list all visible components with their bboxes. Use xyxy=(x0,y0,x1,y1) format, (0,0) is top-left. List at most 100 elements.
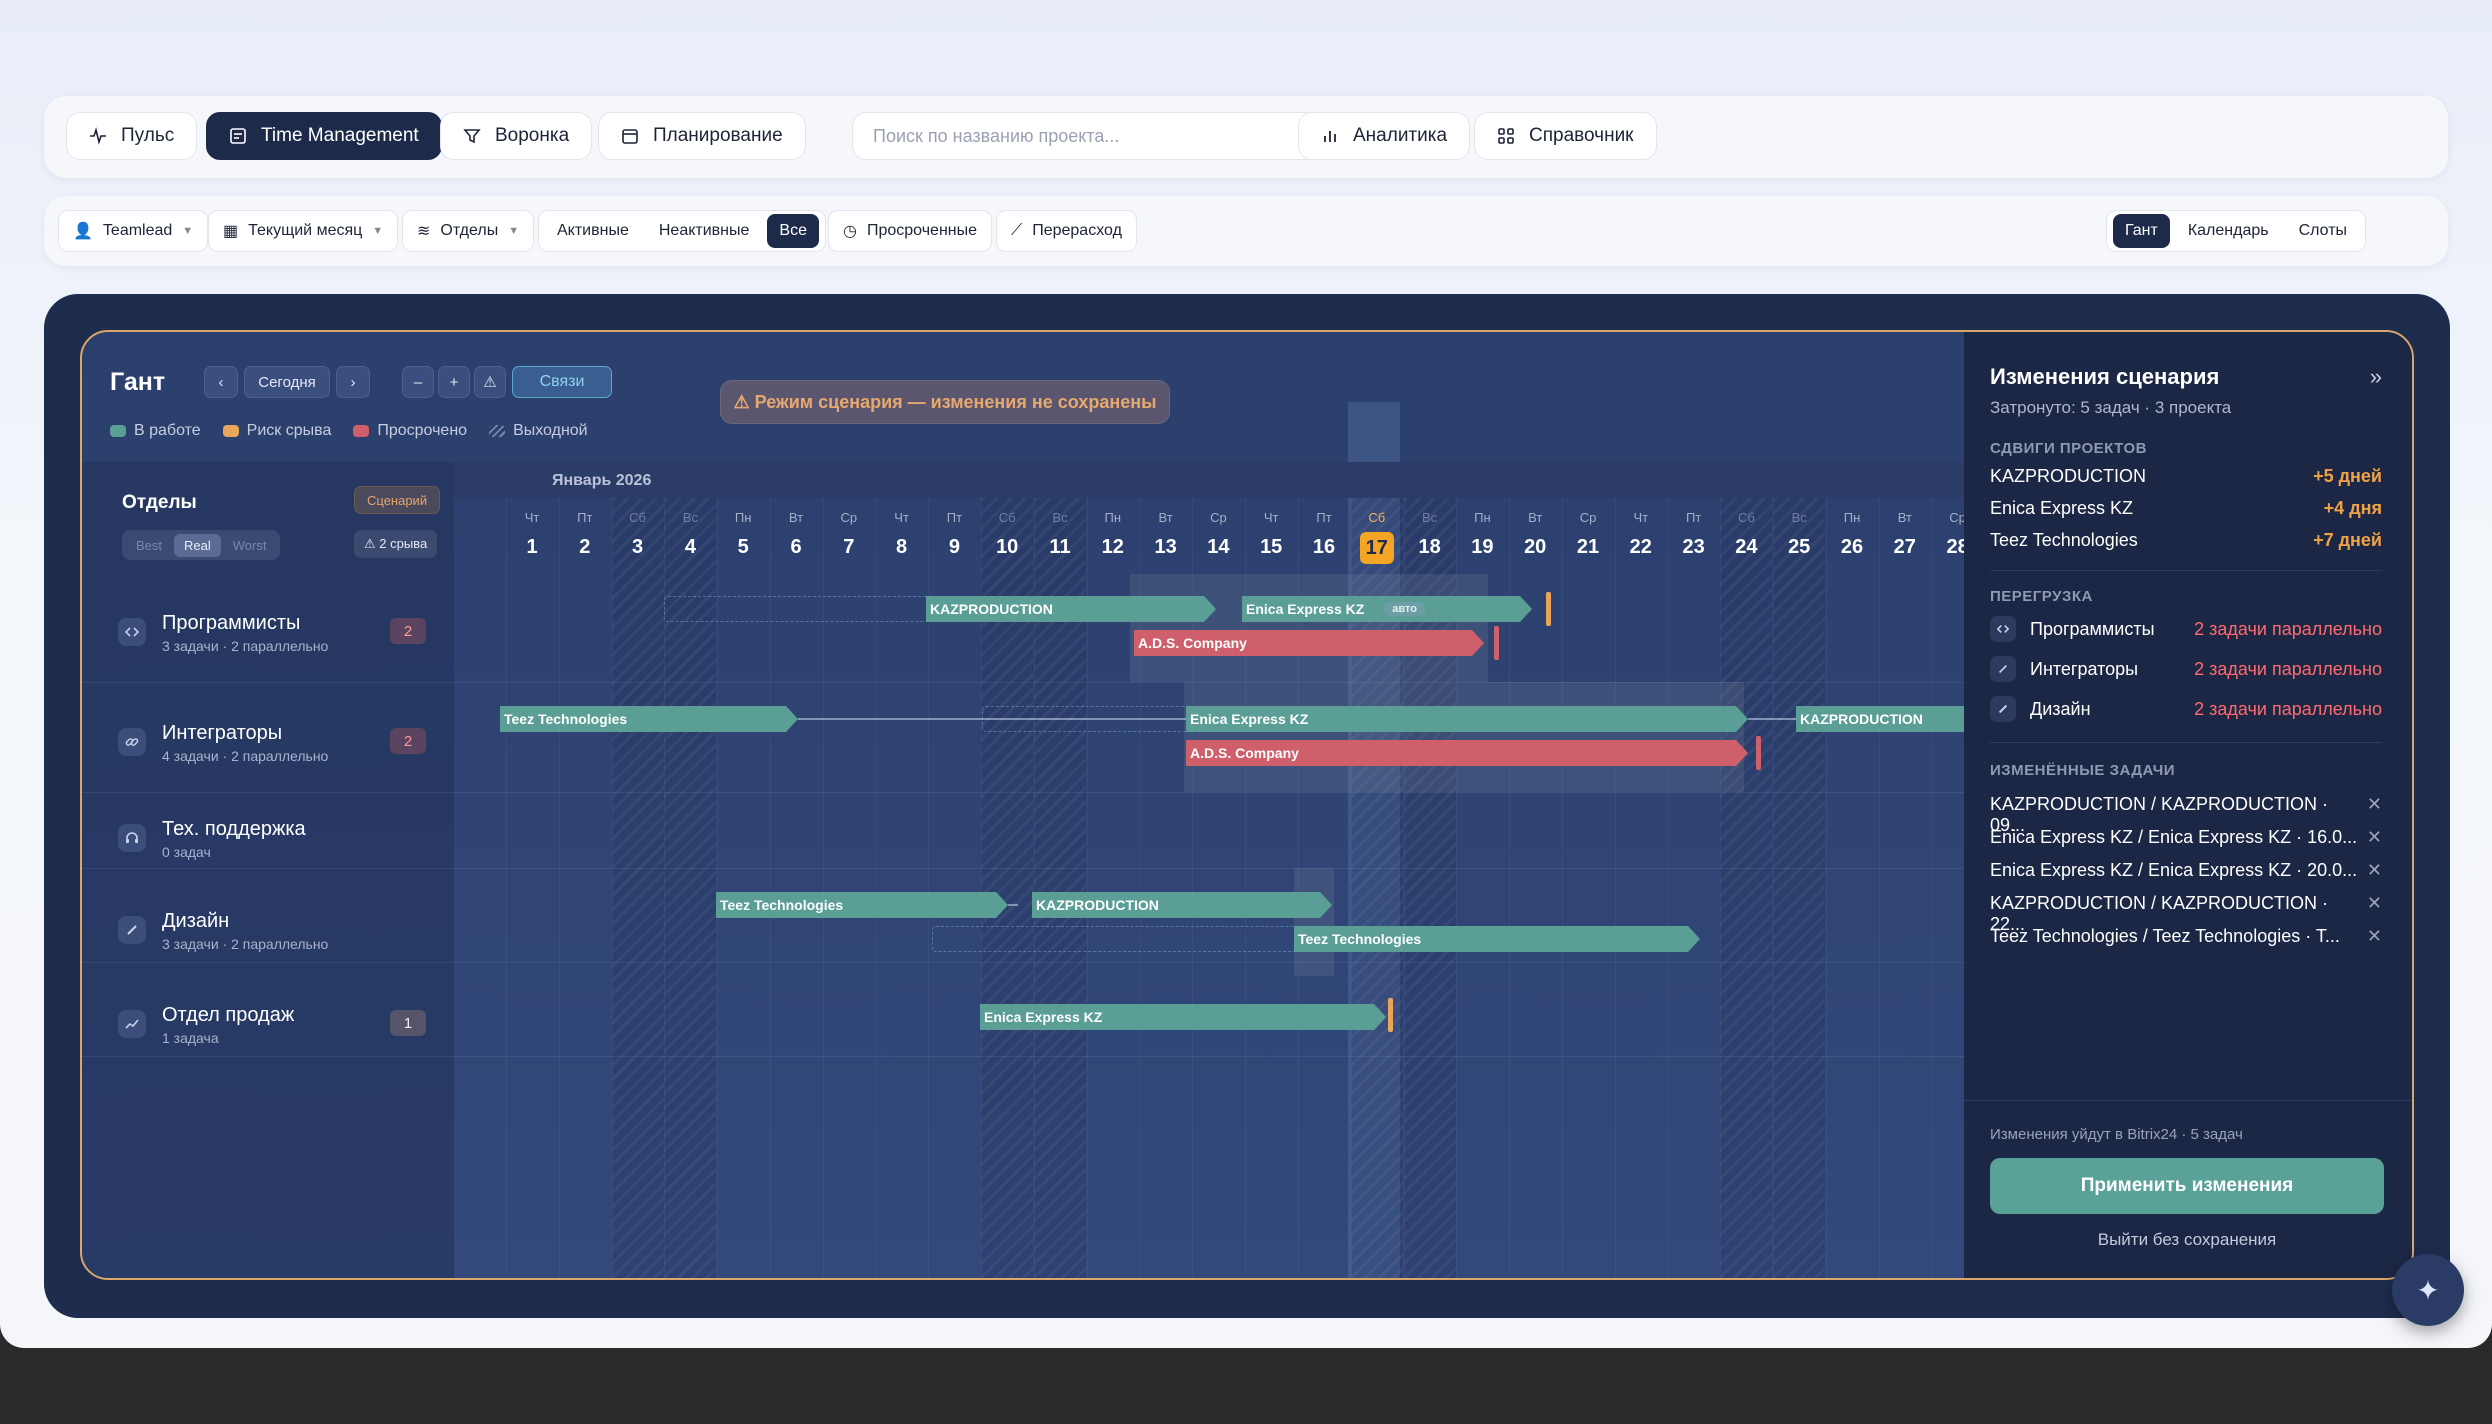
status-segment: Активные Неактивные Все xyxy=(538,210,826,252)
day-header: Чт 15 xyxy=(1245,510,1297,574)
legend: В работе Риск срыва Просрочено Выходной xyxy=(110,422,588,440)
shift-row: Enica Express KZ +4 дня xyxy=(1990,498,2382,519)
legend-weekend: Выходной xyxy=(489,422,588,440)
nav-funnel-label: Воронка xyxy=(495,125,570,146)
weekday-label: Пн xyxy=(1474,510,1491,525)
risk-marker xyxy=(1546,592,1551,626)
scenario-badge[interactable]: Сценарий xyxy=(354,486,441,514)
changed-task-row: Enica Express KZ / Enica Express KZ · 20… xyxy=(1990,860,2382,881)
collapse-panel-icon[interactable]: » xyxy=(2370,364,2382,390)
weekday-label: Пн xyxy=(1843,510,1861,525)
period-select[interactable]: ▦ Текущий месяц ▼ xyxy=(208,210,399,252)
task-bar[interactable]: A.D.S. Company xyxy=(1134,630,1484,656)
today-button[interactable]: Сегодня xyxy=(244,366,330,398)
task-bar[interactable]: KAZPRODUCTION xyxy=(1796,706,1982,732)
day-number: 16 xyxy=(1312,536,1336,558)
day-number: 19 xyxy=(1471,536,1494,558)
day-gridline xyxy=(1826,498,1827,1278)
view-calendar[interactable]: Календарь xyxy=(2176,214,2281,248)
bitrix-sync-note: Изменения уйдут в Bitrix24 · 5 задач xyxy=(1990,1126,2243,1143)
overdue-filter-button[interactable]: ◷ Просроченные xyxy=(828,210,993,252)
day-gridline xyxy=(558,498,560,1278)
nav-time-management-button[interactable]: Time Management xyxy=(206,112,442,160)
remove-change-icon[interactable]: ✕ xyxy=(2367,926,2382,947)
teamlead-label: Teamlead xyxy=(102,222,173,239)
legend-swatch xyxy=(222,425,239,437)
app-page: Пульс Time Management Воронка Планирован… xyxy=(0,0,2492,1348)
mode-worst[interactable]: Worst xyxy=(223,534,277,557)
nav-funnel-button[interactable]: Воронка xyxy=(440,112,593,160)
day-header: Сб 24 xyxy=(1720,510,1772,574)
legend-risk: Риск срыва xyxy=(222,422,332,440)
status-all[interactable]: Все xyxy=(767,214,819,248)
day-gridline xyxy=(1720,498,1722,1278)
remove-change-icon[interactable]: ✕ xyxy=(2367,827,2382,848)
changed-task-row: Enica Express KZ / Enica Express KZ · 16… xyxy=(1990,827,2382,848)
apply-changes-button[interactable]: Применить изменения xyxy=(1990,1158,2384,1214)
prev-button[interactable]: ‹ xyxy=(204,366,238,398)
day-number: 11 xyxy=(1049,536,1071,558)
legend-label: Риск срыва xyxy=(246,422,332,439)
task-bar[interactable]: Teez Technologies xyxy=(500,706,798,732)
status-inactive[interactable]: Неактивные xyxy=(647,214,762,248)
weekday-label: Вт xyxy=(1528,510,1543,525)
day-gridline xyxy=(1931,498,1933,1278)
shift-row: Teez Technologies +7 дней xyxy=(1990,530,2382,551)
task-bar[interactable]: KAZPRODUCTION xyxy=(926,596,1216,622)
day-number: 26 xyxy=(1840,536,1864,558)
day-number: 13 xyxy=(1154,536,1177,558)
weekday-label: Вс xyxy=(682,510,698,525)
weekend-column xyxy=(1720,498,1773,1278)
remove-change-icon[interactable]: ✕ xyxy=(2367,860,2382,881)
mode-real[interactable]: Real xyxy=(174,533,221,557)
task-bar[interactable]: A.D.S. Company xyxy=(1186,740,1748,766)
teamlead-select[interactable]: 👤 Teamlead ▼ xyxy=(58,210,209,252)
links-toggle-button[interactable]: Связи xyxy=(512,366,612,398)
nav-pulse-button[interactable]: Пульс xyxy=(66,112,198,160)
shift-project: Teez Technologies xyxy=(1990,530,2138,550)
overlap-zone xyxy=(1294,868,1334,976)
department-stats: 0 задач xyxy=(162,844,211,860)
nav-planning-button[interactable]: Планирование xyxy=(598,112,806,160)
warning-icon: ⚠ xyxy=(483,374,497,391)
day-header: Сб 17 xyxy=(1351,510,1403,574)
next-button[interactable]: › xyxy=(336,366,370,398)
day-number: 23 xyxy=(1682,536,1705,558)
overspend-filter-button[interactable]: ⟋ Перерасход xyxy=(996,210,1137,252)
sparkle-icon[interactable]: ✦ xyxy=(2392,1254,2464,1326)
overlap-zone xyxy=(1130,574,1488,682)
warning-toggle-button[interactable]: ⚠ xyxy=(474,366,506,398)
panel-title: Изменения сценария xyxy=(1990,364,2220,389)
task-bar[interactable]: Enica Express KZ xyxy=(980,1004,1386,1030)
gantt-card: Гант ‹ Сегодня › – + ⚠ Связи В работе Ри… xyxy=(44,294,2450,1318)
project-search-input[interactable]: Поиск по названию проекта... xyxy=(852,112,1326,160)
risk-marker xyxy=(1388,998,1393,1032)
day-gridline xyxy=(1667,498,1669,1278)
exit-without-saving-link[interactable]: Выйти без сохранения xyxy=(1990,1230,2384,1250)
departments-select[interactable]: ≋ Отделы ▼ xyxy=(402,210,535,252)
task-bar[interactable]: Enica Express KZ авто xyxy=(1242,596,1532,622)
nav-analytics-label: Аналитика xyxy=(1353,125,1448,146)
day-number: 4 xyxy=(684,536,696,558)
zoom-in-button[interactable]: + xyxy=(438,366,470,398)
day-number: 10 xyxy=(996,536,1019,558)
view-gantt[interactable]: Гант xyxy=(2113,214,2170,248)
day-header: Пн 26 xyxy=(1826,510,1878,574)
nav-analytics-button[interactable]: Аналитика xyxy=(1298,112,1471,160)
mode-best[interactable]: Best xyxy=(126,534,172,557)
weekend-column xyxy=(1773,498,1826,1278)
task-bar[interactable]: Teez Technologies xyxy=(1294,926,1700,952)
task-bar[interactable]: KAZPRODUCTION xyxy=(1032,892,1332,918)
day-number: 17 xyxy=(1359,532,1394,564)
day-number: 21 xyxy=(1576,536,1600,558)
zoom-out-button[interactable]: – xyxy=(402,366,434,398)
nav-reference-button[interactable]: Справочник xyxy=(1474,112,1657,160)
code-icon xyxy=(1990,616,2016,642)
weekday-label: Чт xyxy=(524,510,540,525)
task-bar[interactable]: Enica Express KZ xyxy=(1186,706,1748,732)
task-bar[interactable]: Teez Technologies xyxy=(716,892,1008,918)
view-slots[interactable]: Слоты xyxy=(2287,214,2359,248)
nav-reference-label: Справочник xyxy=(1529,125,1634,146)
day-header: Чт 22 xyxy=(1615,510,1667,574)
status-active[interactable]: Активные xyxy=(545,214,641,248)
